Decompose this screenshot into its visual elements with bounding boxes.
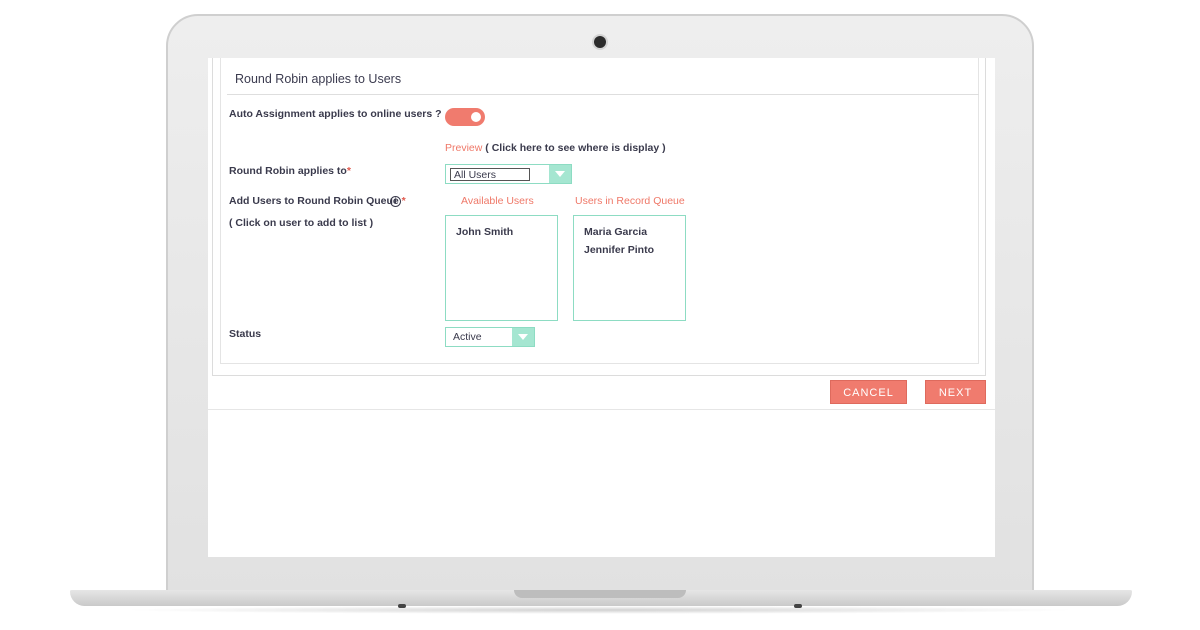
available-users-list[interactable]: John Smith [445,215,558,321]
form-panel: Round Robin applies to Users Auto Assign… [212,58,986,376]
auto-assignment-toggle[interactable] [445,108,485,126]
preview-line: Preview ( Click here to see where is dis… [445,142,666,154]
chevron-down-icon[interactable] [512,328,534,346]
queue-users-list[interactable]: Maria Garcia Jennifer Pinto [573,215,686,321]
applies-to-value: All Users [450,168,530,181]
status-label: Status [229,328,262,340]
laptop-foot [794,604,802,608]
applies-to-label: Round Robin applies to* [229,165,351,177]
next-button[interactable]: NEXT [925,380,986,404]
laptop-notch [514,590,686,598]
section-title: Round Robin applies to Users [235,72,402,86]
applies-to-label-text: Round Robin applies to [229,165,347,177]
screen: Round Robin applies to Users Auto Assign… [208,58,995,557]
status-value: Active [453,331,482,343]
applies-to-select[interactable]: All Users [445,164,572,184]
queue-label: Add Users to Round Robin Queue * [229,195,406,207]
required-mark: * [401,195,406,207]
info-icon[interactable]: i [390,196,401,207]
status-select[interactable]: Active [445,327,535,347]
required-mark: * [346,165,351,177]
camera-icon [594,36,606,48]
queue-users-header: Users in Record Queue [575,195,685,207]
list-item[interactable]: Maria Garcia [584,226,647,238]
available-users-header: Available Users [461,195,534,207]
preview-link[interactable]: Preview [445,142,482,154]
queue-hint: ( Click on user to add to list ) [229,217,374,229]
toggle-knob [471,112,481,122]
auto-assignment-label: Auto Assignment applies to online users … [229,108,442,120]
list-item[interactable]: Jennifer Pinto [584,244,654,256]
list-item[interactable]: John Smith [456,226,513,238]
cancel-button[interactable]: CANCEL [830,380,907,404]
laptop-foot [398,604,406,608]
laptop-shadow [120,606,1080,614]
section-divider [227,94,979,95]
preview-hint: ( Click here to see where is display ) [485,142,666,154]
queue-label-text: Add Users to Round Robin Queue [229,195,399,207]
chevron-down-icon[interactable] [549,165,571,183]
